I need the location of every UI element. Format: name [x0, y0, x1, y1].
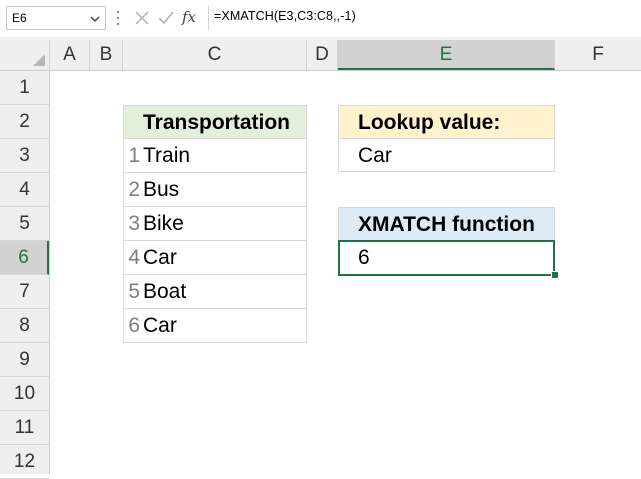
row-header-bar: 1 2 3 4 5 6 7 8 9 10 11 12	[0, 71, 50, 479]
table-cell[interactable]: Bus	[123, 173, 307, 207]
table-cell[interactable]: Boat	[123, 275, 307, 309]
formula-bar-divider	[208, 6, 209, 30]
formula-input[interactable]: =XMATCH(E3,C3:C8,,-1)	[214, 9, 356, 23]
table-cell[interactable]: Bike	[123, 207, 307, 241]
table-cell[interactable]: Car	[123, 309, 307, 343]
row-header-4[interactable]: 4	[0, 173, 49, 207]
column-header-d[interactable]: D	[307, 40, 338, 70]
row-header-3[interactable]: 3	[0, 139, 49, 173]
cancel-icon[interactable]	[134, 10, 150, 26]
enter-check-icon[interactable]	[158, 10, 174, 26]
column-header-b[interactable]: B	[90, 40, 123, 70]
table-cell[interactable]: Train	[123, 139, 307, 173]
insert-function-icon[interactable]: fx	[182, 8, 204, 28]
table-header-transportation[interactable]: Transportation	[123, 105, 307, 139]
column-header-a[interactable]: A	[50, 40, 90, 70]
row-header-11[interactable]: 11	[0, 411, 49, 445]
column-header-f[interactable]: F	[555, 40, 641, 70]
drag-handle-icon[interactable]	[116, 9, 120, 27]
worksheet-grid[interactable]: Transportation 1 Train 2 Bus 3 Bike 4 Ca…	[50, 71, 641, 474]
select-all-button[interactable]	[0, 40, 50, 70]
xmatch-function-header[interactable]: XMATCH function	[338, 207, 555, 241]
row-header-2[interactable]: 2	[0, 105, 49, 139]
name-box[interactable]: E6	[6, 6, 106, 30]
lookup-value-cell[interactable]: Car	[338, 138, 555, 172]
select-all-triangle-icon	[33, 54, 45, 66]
row-header-9[interactable]: 9	[0, 343, 49, 377]
table-cell[interactable]: Car	[123, 241, 307, 275]
row-header-1[interactable]: 1	[0, 71, 49, 105]
column-header-e[interactable]: E	[338, 40, 555, 70]
row-header-10[interactable]: 10	[0, 377, 49, 411]
formula-bar: E6 fx =XMATCH(E3,C3:C8,,-1)	[0, 0, 641, 37]
lookup-value-header[interactable]: Lookup value:	[338, 105, 555, 139]
chevron-down-icon[interactable]	[90, 14, 100, 24]
xmatch-result-cell[interactable]: 6	[338, 240, 555, 276]
row-header-8[interactable]: 8	[0, 309, 49, 343]
row-header-6[interactable]: 6	[0, 241, 49, 275]
row-header-7[interactable]: 7	[0, 275, 49, 309]
name-box-value: E6	[12, 11, 27, 25]
column-header-bar: A B C D E F	[0, 40, 641, 71]
column-header-c[interactable]: C	[123, 40, 307, 70]
row-header-5[interactable]: 5	[0, 207, 49, 241]
fill-handle[interactable]	[551, 271, 559, 279]
